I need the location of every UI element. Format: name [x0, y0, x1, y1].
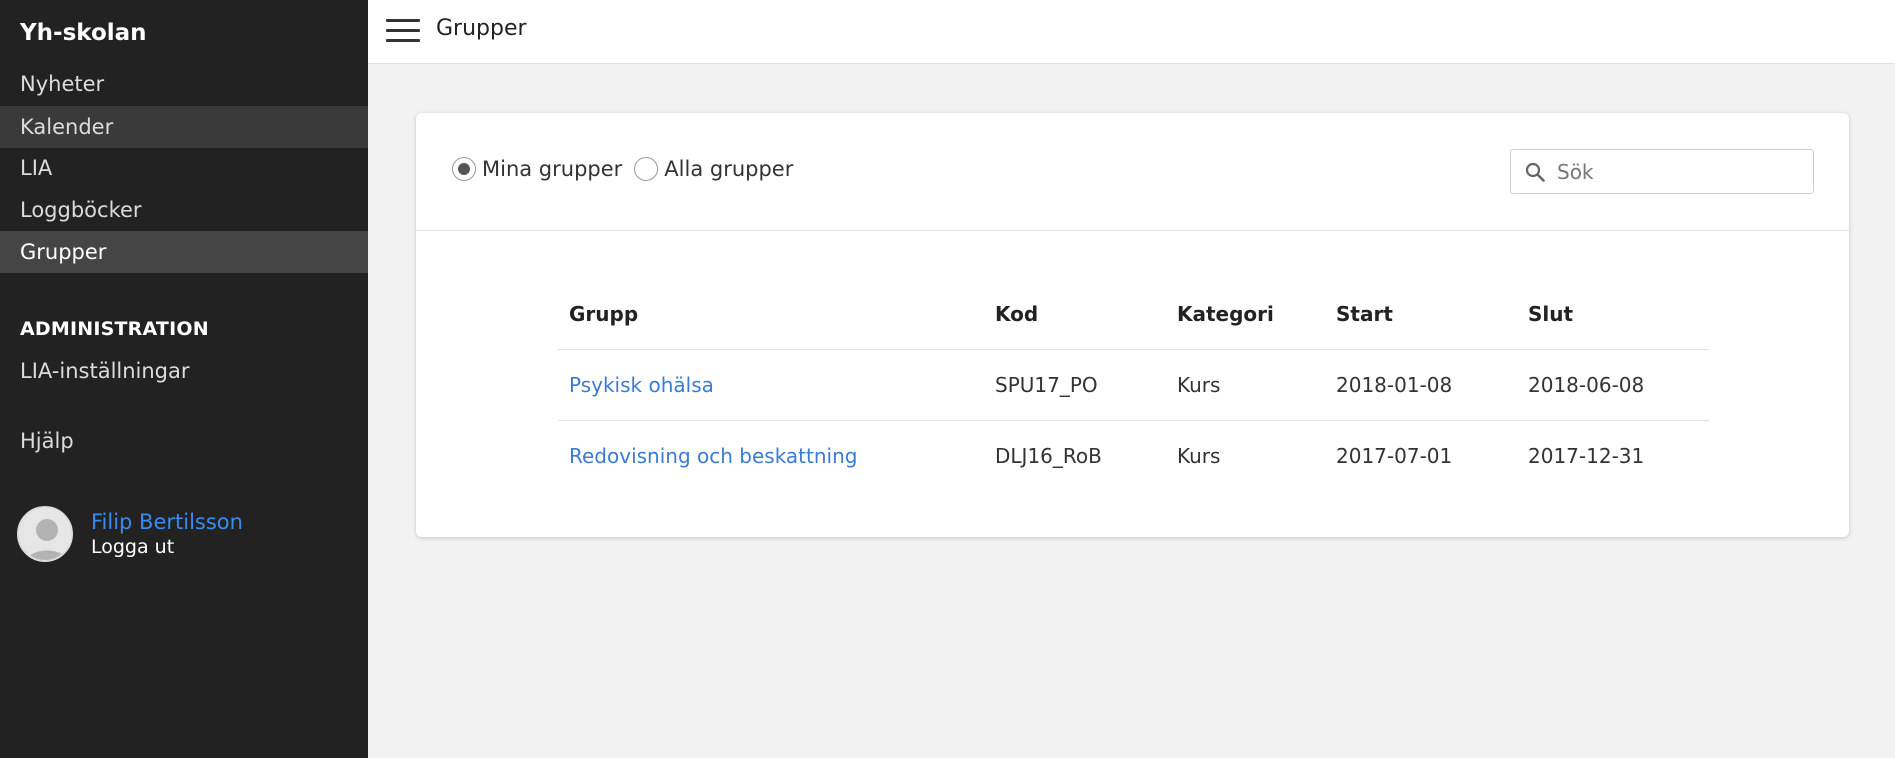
sidebar-item-lia-installningar[interactable]: LIA-inställningar	[0, 350, 368, 392]
group-end-cell: 2017-12-31	[1528, 443, 1645, 468]
hamburger-icon[interactable]	[386, 19, 420, 43]
group-category-cell: Kurs	[1177, 443, 1221, 468]
group-link[interactable]: Redovisning och beskattning	[569, 444, 857, 468]
table-row: Redovisning och beskattning DLJ16_RoB Ku…	[558, 420, 1709, 491]
card-header: Mina grupper Alla grupper	[416, 113, 1849, 231]
search-icon	[1525, 162, 1545, 182]
groups-table: Grupp Kod Kategori Start Slut Psykisk oh…	[558, 279, 1709, 491]
radio-mina-grupper-label: Mina grupper	[482, 157, 623, 181]
sidebar-item-hjalp[interactable]: Hjälp	[0, 420, 368, 462]
groups-card: Mina grupper Alla grupper Grupp Kod Kate…	[416, 113, 1849, 537]
column-header-kod[interactable]: Kod	[984, 279, 1166, 350]
sidebar-item-kalender[interactable]: Kalender	[0, 106, 368, 148]
radio-mina-grupper[interactable]: Mina grupper	[452, 157, 622, 181]
sidebar-item-lia[interactable]: LIA	[0, 147, 368, 189]
group-link[interactable]: Psykisk ohälsa	[569, 373, 714, 397]
group-code-cell: SPU17_PO	[984, 349, 1166, 421]
group-name-cell: Psykisk ohälsa	[558, 349, 984, 421]
brand-title[interactable]: Yh-skolan	[20, 20, 147, 46]
sidebar-item-grupper[interactable]: Grupper	[0, 231, 368, 273]
sidebar: Yh-skolan Nyheter Kalender LIA Loggböcke…	[0, 0, 368, 758]
table-header-row: Grupp Kod Kategori Start Slut	[558, 279, 1709, 350]
group-code-cell: DLJ16_RoB	[995, 443, 1102, 468]
search-box[interactable]	[1510, 149, 1814, 194]
radio-alla-grupper-label: Alla grupper	[664, 157, 794, 181]
top-bar: Grupper	[368, 0, 1895, 64]
group-end-cell: 2018-06-08	[1517, 349, 1709, 421]
sidebar-item-nyheter[interactable]: Nyheter	[0, 63, 368, 105]
user-avatar-icon	[19, 508, 71, 560]
search-input[interactable]	[1557, 156, 1797, 188]
group-filter: Mina grupper Alla grupper	[452, 157, 805, 181]
column-header-kategori[interactable]: Kategori	[1166, 279, 1325, 350]
column-header-slut[interactable]: Slut	[1517, 279, 1709, 350]
column-header-start[interactable]: Start	[1325, 279, 1517, 350]
group-name-cell: Redovisning och beskattning	[558, 420, 984, 491]
user-profile: Filip Bertilsson Logga ut	[17, 506, 243, 562]
admin-section-title: ADMINISTRATION	[20, 318, 209, 340]
group-start-cell: 2018-01-08	[1325, 349, 1517, 421]
group-start-cell: 2017-07-01	[1336, 443, 1453, 468]
avatar	[17, 506, 73, 562]
logout-link[interactable]: Logga ut	[91, 536, 243, 558]
sidebar-item-loggbocker[interactable]: Loggböcker	[0, 189, 368, 231]
radio-unchecked-icon[interactable]	[634, 157, 659, 181]
radio-alla-grupper[interactable]: Alla grupper	[634, 157, 793, 181]
radio-checked-icon[interactable]	[452, 157, 476, 181]
user-name-link[interactable]: Filip Bertilsson	[91, 510, 243, 534]
table-row: Psykisk ohälsa SPU17_PO Kurs 2018-01-08 …	[558, 349, 1709, 421]
group-category-cell: Kurs	[1166, 349, 1325, 421]
column-header-grupp[interactable]: Grupp	[558, 279, 984, 350]
page-title: Grupper	[436, 16, 527, 41]
